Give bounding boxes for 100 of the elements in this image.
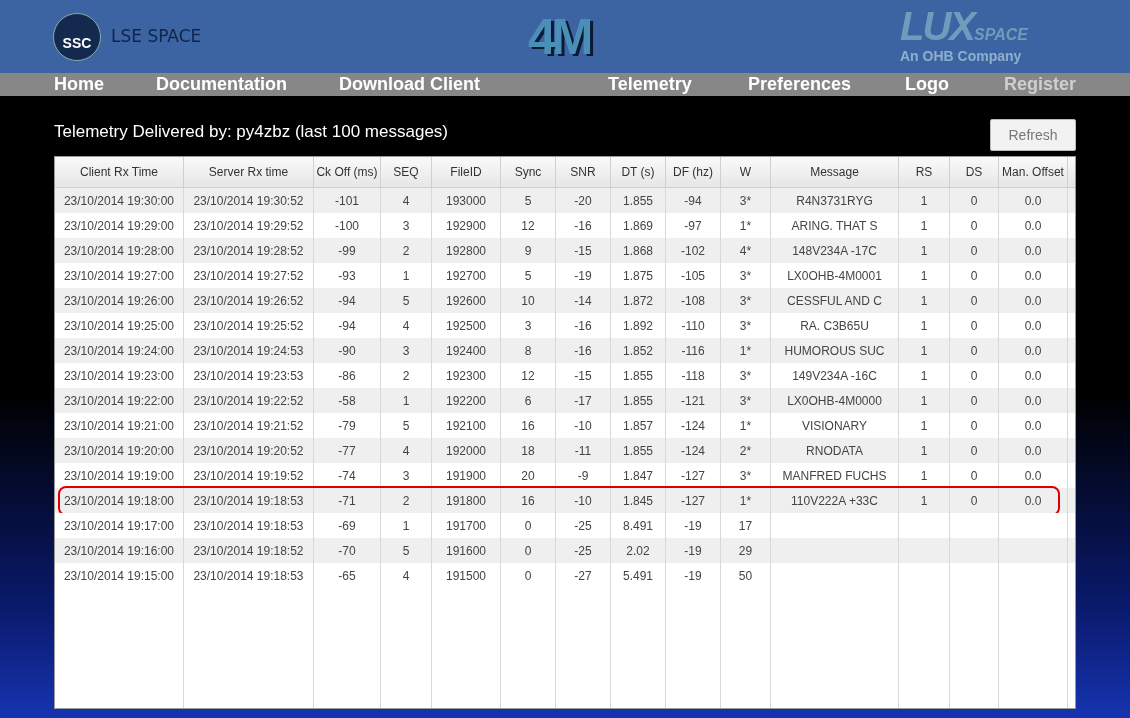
ssc-logo-badge: SSC (53, 12, 101, 61)
table-cell-text: 1* (739, 217, 752, 235)
table-cell-text: HUMOROUS SUC (784, 342, 885, 360)
table-cell-text: 192200 (445, 392, 486, 410)
table-cell-text: 23/10/2014 19:17:00 (63, 517, 175, 535)
table-cell-text: 23/10/2014 19:18:00 (63, 492, 175, 510)
table-cell-text: 23/10/2014 19:30:52 (193, 192, 304, 210)
table-cell-text: -93 (338, 267, 356, 285)
table-cell-text: -105 (681, 267, 705, 285)
table-cell-text: 1 (402, 517, 410, 535)
table-cell-text: -108 (681, 292, 705, 310)
table-cell-text: -79 (338, 417, 356, 435)
table-cell-text: 5.491 (623, 567, 653, 585)
column-header[interactable]: Ck Off (ms) (316, 163, 378, 181)
table-cell-text: 0 (970, 292, 978, 310)
table-cell-text: 1* (739, 492, 752, 510)
table-cell-text: 23/10/2014 19:30:00 (63, 192, 175, 210)
table-cell-text: 0.0 (1024, 467, 1042, 485)
table-cell-text: 1.869 (623, 217, 653, 235)
table-cell-text: RA. C3B65U (800, 317, 869, 335)
column-header[interactable]: Man. Offset (1002, 163, 1064, 181)
table-cell-text: 23/10/2014 19:25:52 (193, 317, 304, 335)
table-cell-text: -94 (338, 317, 356, 335)
table-cell-text: -70 (338, 542, 356, 560)
table-cell-text: 12 (521, 217, 535, 235)
table-cell-text: -25 (574, 542, 592, 560)
table-cell-text: 0.0 (1024, 417, 1042, 435)
column-header[interactable]: DS (965, 163, 983, 181)
table-cell-text: 0.0 (1024, 217, 1042, 235)
table-cell-text: 193000 (445, 192, 486, 210)
table-cell-text: 2 (402, 367, 410, 385)
table-cell-text: 3 (402, 467, 410, 485)
table-cell-text: 0 (970, 392, 978, 410)
table-cell-text: 1 (402, 267, 410, 285)
table-cell-text: 10 (521, 292, 535, 310)
table-cell-text: 0 (970, 442, 978, 460)
column-header[interactable]: SNR (570, 163, 596, 181)
table-cell-text: 2* (739, 442, 752, 460)
nav-link[interactable]: Download Client (339, 71, 608, 98)
nav-link[interactable]: Telemetry (608, 71, 748, 98)
column-header[interactable]: RS (915, 163, 933, 181)
table-cell-text: 8.491 (623, 517, 653, 535)
nav-link[interactable]: Home (54, 71, 156, 98)
table-cell-text: -9 (577, 467, 589, 485)
table-cell-text: 0 (970, 192, 978, 210)
table-cell-text: 3* (739, 467, 752, 485)
table-cell-text: 110V222A +33C (791, 492, 878, 510)
table-cell-text: -97 (684, 217, 702, 235)
table-cell-text: 149V234A -16C (792, 367, 877, 385)
table-cell-text: -17 (574, 392, 592, 410)
table-cell-text: -94 (338, 292, 356, 310)
table-cell-text: -121 (681, 392, 705, 410)
table-cell-text: -19 (684, 542, 702, 560)
table-cell-text: 4 (402, 442, 410, 460)
table-cell-text: 1.855 (623, 392, 653, 410)
table-cell-text: 1* (739, 417, 752, 435)
table-cell-text: LX0OHB-4M0000 (787, 392, 882, 410)
table-cell-text: 23/10/2014 19:18:53 (193, 492, 304, 510)
table-cell-text: 23/10/2014 19:21:52 (193, 417, 304, 435)
table-cell-text: 0 (524, 517, 532, 535)
table-cell-text: -71 (338, 492, 356, 510)
table-cell-text: 16 (521, 417, 535, 435)
table-cell-text: -10 (574, 417, 592, 435)
table-cell-text: 12 (521, 367, 535, 385)
table-cell-text: 2 (402, 242, 410, 260)
refresh-button[interactable]: Refresh (990, 119, 1076, 151)
table-cell-text: 23/10/2014 19:18:52 (193, 542, 304, 560)
column-header[interactable]: W (739, 163, 752, 181)
table-cell-text: 20 (521, 467, 535, 485)
nav-link[interactable]: Logo (905, 71, 1004, 98)
table-cell-text: 29 (738, 542, 753, 560)
table-cell-text: 0 (970, 417, 978, 435)
table-cell-text: -94 (684, 192, 702, 210)
table-cell-text: 1.868 (623, 242, 653, 260)
table-cell-text: 23/10/2014 19:26:52 (193, 292, 304, 310)
table-cell-text: 1.855 (623, 367, 653, 385)
column-header[interactable]: Server Rx time (208, 163, 289, 181)
table-cell-text: 192900 (445, 217, 486, 235)
table-cell-text: 23/10/2014 19:22:00 (63, 392, 175, 410)
nav-link[interactable]: Documentation (156, 71, 339, 98)
table-cell-text: 0.0 (1024, 267, 1042, 285)
table-cell-text: 5 (402, 292, 410, 310)
logo-text: LSE SPACE (111, 24, 202, 48)
column-header[interactable]: Client Rx Time (80, 163, 158, 181)
table-cell-text: -124 (681, 442, 705, 460)
column-header[interactable]: SEQ (393, 163, 419, 181)
table-cell-text: 1.852 (623, 342, 653, 360)
table-cell-text: 3 (402, 217, 410, 235)
table-cell-text: -102 (681, 242, 705, 260)
column-header[interactable]: Sync (514, 163, 542, 181)
table-cell-text: LX0OHB-4M0001 (787, 267, 882, 285)
table-cell-text: 23/10/2014 19:22:52 (193, 392, 304, 410)
column-header[interactable]: DT (s) (621, 163, 655, 181)
table-cell-text: -15 (574, 242, 592, 260)
nav-link[interactable]: Preferences (748, 71, 905, 98)
column-header[interactable]: FileID (450, 163, 482, 181)
table-cell-text: -11 (574, 442, 592, 460)
column-header[interactable]: DF (hz) (673, 163, 713, 181)
page-title: Telemetry Delivered by: py4zbz (last 100 messages) (54, 121, 448, 143)
column-header[interactable]: Message (810, 163, 859, 181)
